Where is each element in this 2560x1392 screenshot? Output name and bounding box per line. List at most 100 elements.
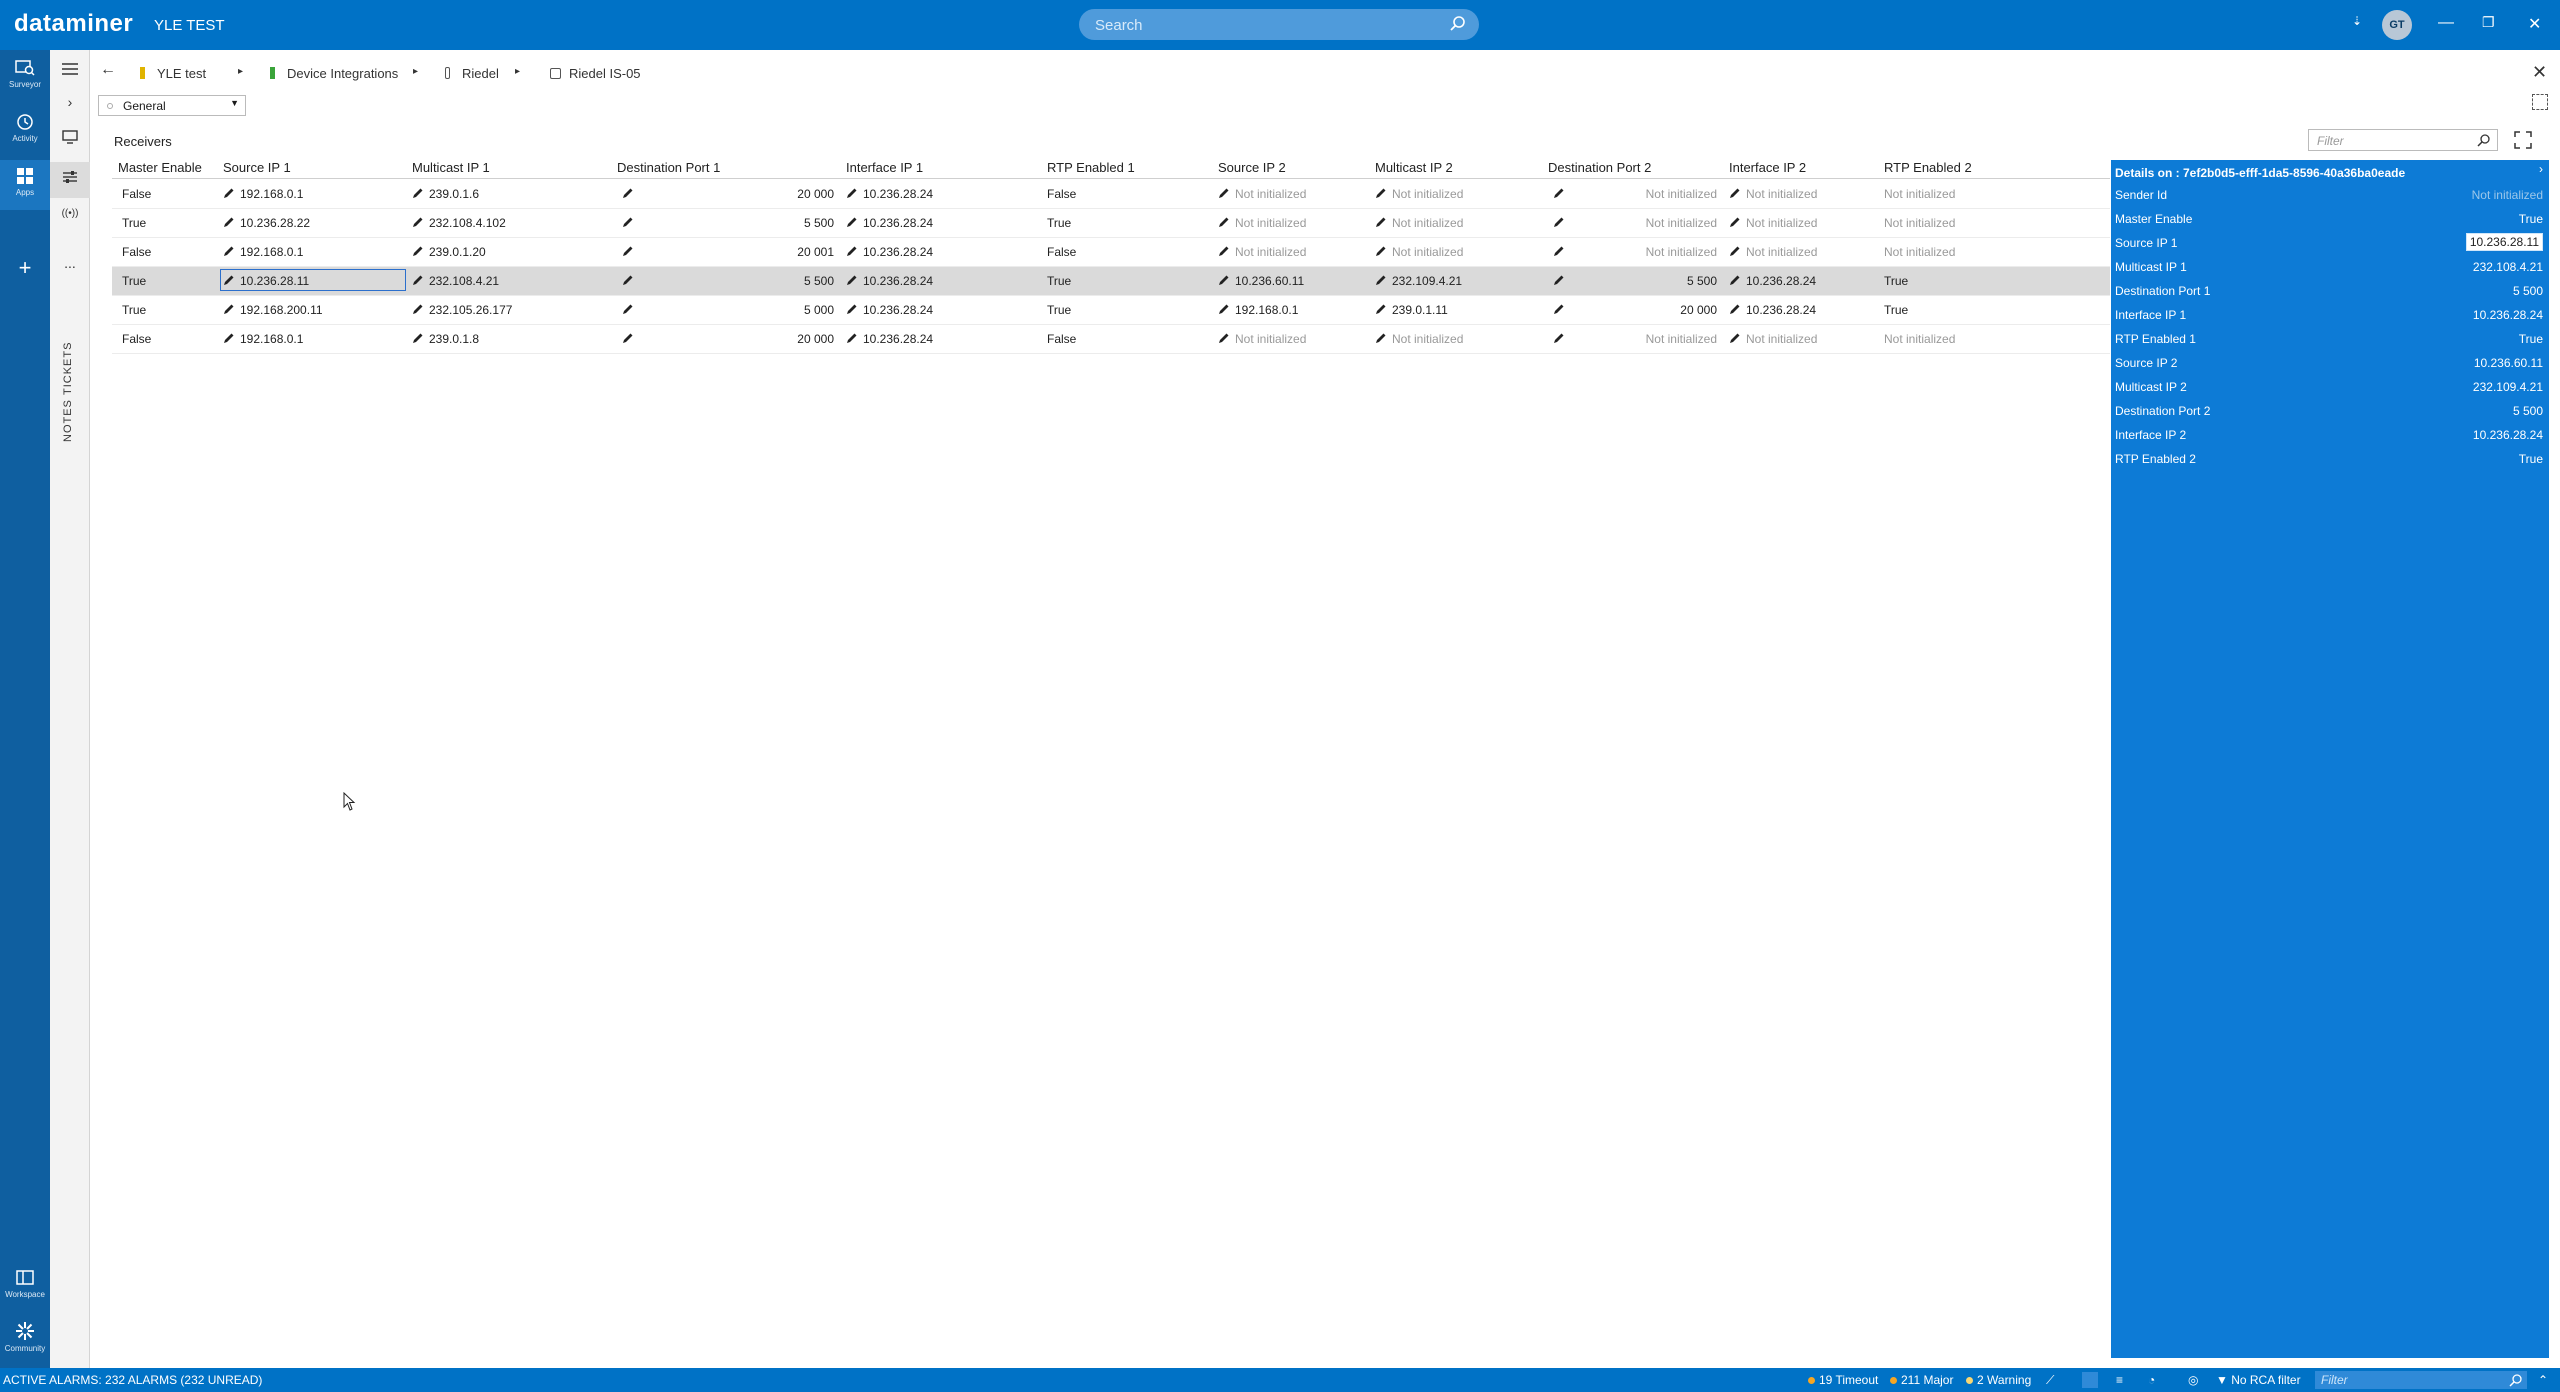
- table-cell[interactable]: Not initialized: [1884, 245, 1955, 259]
- table-cell[interactable]: 10.236.60.11: [1218, 274, 1304, 288]
- table-cell[interactable]: 10.236.28.24: [846, 332, 933, 346]
- table-cell[interactable]: 20 000: [797, 332, 834, 346]
- table-cell[interactable]: Not initialized: [1729, 332, 1817, 346]
- edit-pencil-icon[interactable]: [1375, 245, 1387, 257]
- edit-pencil-icon[interactable]: [223, 187, 235, 199]
- edit-pencil-icon[interactable]: [1553, 332, 1570, 346]
- chevron-right-icon[interactable]: ›: [2539, 162, 2543, 176]
- edit-pencil-icon[interactable]: [1553, 303, 1570, 317]
- edit-pencil-icon[interactable]: [412, 332, 424, 344]
- table-cell[interactable]: 239.0.1.6: [412, 187, 479, 201]
- timeout-count[interactable]: 19 Timeout: [1808, 1373, 1878, 1387]
- edit-pencil-icon[interactable]: [1218, 303, 1230, 315]
- table-cell[interactable]: Not initialized: [1375, 216, 1463, 230]
- more-icon[interactable]: ...: [60, 255, 80, 275]
- table-row[interactable]: False 192.168.0.1 239.0.1.8 20 000 10.236.28…: [112, 325, 2110, 354]
- column-header[interactable]: RTP Enabled 1: [1047, 160, 1135, 175]
- table-cell[interactable]: 10.236.28.24: [846, 187, 933, 201]
- nav-community[interactable]: Community: [0, 1320, 50, 1353]
- table-cell[interactable]: 10.236.28.24: [846, 245, 933, 259]
- app-logo[interactable]: dataminer: [14, 10, 133, 38]
- table-cell[interactable]: Not initialized: [1218, 216, 1306, 230]
- table-cell[interactable]: 192.168.0.1: [223, 332, 303, 346]
- detail-value[interactable]: 10.236.28.11: [2465, 233, 2543, 251]
- table-cell[interactable]: 5 500: [804, 274, 834, 288]
- focus-icon[interactable]: ◎: [2188, 1373, 2198, 1387]
- table-cell[interactable]: 239.0.1.8: [412, 332, 479, 346]
- table-cell[interactable]: Not initialized: [1646, 332, 1717, 346]
- edit-pencil-icon[interactable]: [1553, 187, 1570, 201]
- expand-icon[interactable]: [2514, 131, 2532, 149]
- edit-pencil-icon[interactable]: [846, 332, 858, 344]
- edit-pencil-icon[interactable]: [622, 274, 639, 288]
- edit-pencil-icon[interactable]: [412, 216, 424, 228]
- list-view-icon[interactable]: [2082, 1372, 2098, 1388]
- edit-pencil-icon[interactable]: [1729, 216, 1741, 228]
- table-row[interactable]: True 10.236.28.22 232.108.4.102 5 500 10.236…: [112, 209, 2110, 238]
- table-cell[interactable]: False: [1047, 245, 1076, 259]
- table-cell[interactable]: 10.236.28.24: [846, 274, 933, 288]
- edit-pencil-icon[interactable]: [1729, 245, 1741, 257]
- table-cell[interactable]: 10.236.28.24: [846, 216, 933, 230]
- restore-icon[interactable]: ❐: [2482, 14, 2495, 31]
- nav-surveyor[interactable]: Surveyor: [0, 58, 50, 89]
- table-cell[interactable]: Not initialized: [1646, 245, 1717, 259]
- active-alarms[interactable]: ACTIVE ALARMS: 232 ALARMS (232 UNREAD): [3, 1373, 262, 1387]
- column-header[interactable]: Master Enable: [118, 160, 202, 175]
- table-cell[interactable]: True: [1884, 274, 1908, 288]
- edit-pencil-icon[interactable]: [1218, 187, 1230, 199]
- table-cell[interactable]: False: [122, 187, 151, 201]
- column-header[interactable]: Destination Port 1: [617, 160, 720, 175]
- table-cell[interactable]: True: [122, 274, 146, 288]
- table-row[interactable]: False 192.168.0.1 239.0.1.6 20 000 10.236.28…: [112, 180, 2110, 209]
- status-filter-input[interactable]: Filter: [2315, 1371, 2527, 1389]
- edit-pencil-icon[interactable]: [1729, 274, 1741, 286]
- table-cell[interactable]: 239.0.1.20: [412, 245, 486, 259]
- sort-list-icon[interactable]: ≡: [2116, 1373, 2123, 1387]
- fullscreen-icon[interactable]: [2532, 94, 2548, 110]
- monitor-icon[interactable]: [60, 130, 80, 150]
- search-icon[interactable]: [1449, 15, 1467, 33]
- edit-pencil-icon[interactable]: [1729, 303, 1741, 315]
- table-cell[interactable]: Not initialized: [1218, 187, 1306, 201]
- table-cell[interactable]: True: [122, 216, 146, 230]
- edit-pencil-icon[interactable]: [622, 303, 639, 317]
- table-cell[interactable]: 10.236.28.24: [846, 303, 933, 317]
- table-cell[interactable]: False: [1047, 187, 1076, 201]
- breadcrumb-item[interactable]: Device Integrations: [270, 66, 398, 81]
- search-box[interactable]: Search: [1079, 9, 1479, 40]
- column-header[interactable]: Multicast IP 2: [1375, 160, 1453, 175]
- nav-activity[interactable]: Activity: [0, 112, 50, 143]
- table-cell[interactable]: Not initialized: [1729, 245, 1817, 259]
- table-cell[interactable]: Not initialized: [1884, 332, 1955, 346]
- table-cell[interactable]: 232.105.26.177: [412, 303, 512, 317]
- table-cell[interactable]: Not initialized: [1646, 216, 1717, 230]
- edit-pencil-icon[interactable]: [1553, 216, 1570, 230]
- table-cell[interactable]: 192.168.200.11: [223, 303, 323, 317]
- table-row[interactable]: True 10.236.28.11 232.108.4.21 5 500 10.236.…: [112, 267, 2110, 296]
- notes-tab[interactable]: NOTES: [62, 399, 74, 442]
- edit-pencil-icon[interactable]: [622, 245, 639, 259]
- edit-pencil-icon[interactable]: [1375, 332, 1387, 344]
- edit-pencil-icon[interactable]: [1375, 274, 1387, 286]
- edit-pencil-icon[interactable]: [223, 245, 235, 257]
- column-header[interactable]: Source IP 2: [1218, 160, 1286, 175]
- edit-pencil-icon[interactable]: [412, 187, 424, 199]
- table-filter-input[interactable]: Filter: [2308, 129, 2498, 151]
- table-cell[interactable]: 10.236.28.24: [1729, 303, 1816, 317]
- rca-filter[interactable]: ▼ No RCA filter: [2216, 1373, 2301, 1387]
- breadcrumb-item[interactable]: Riedel: [445, 66, 499, 81]
- table-cell[interactable]: 10.236.28.24: [1729, 274, 1816, 288]
- table-cell[interactable]: Not initialized: [1884, 187, 1955, 201]
- table-cell[interactable]: 192.168.0.1: [223, 187, 303, 201]
- sort-icon[interactable]: ⇣: [2352, 14, 2362, 28]
- breadcrumb-item[interactable]: Riedel IS-05: [550, 66, 641, 81]
- table-cell[interactable]: 20 000: [797, 187, 834, 201]
- table-cell[interactable]: 232.108.4.21: [412, 274, 499, 288]
- window-close-icon[interactable]: ✕: [2528, 14, 2541, 34]
- add-icon[interactable]: +: [0, 255, 50, 281]
- edit-pencil-icon[interactable]: [1218, 245, 1230, 257]
- column-header[interactable]: Source IP 1: [223, 160, 291, 175]
- edit-pencil-icon[interactable]: [1375, 187, 1387, 199]
- chevron-right-icon[interactable]: ›: [60, 94, 80, 114]
